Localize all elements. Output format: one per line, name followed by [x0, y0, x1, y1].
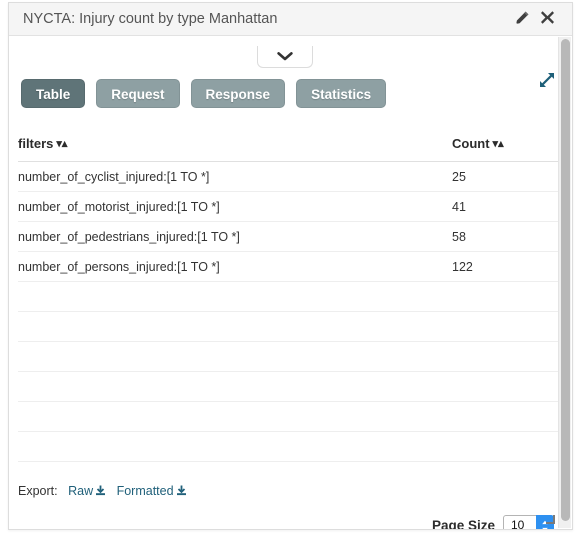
cell-filters-empty	[18, 402, 452, 432]
panel-title: NYCTA: Injury count by type Manhattan	[23, 11, 277, 27]
column-header-count-label: Count	[452, 136, 490, 151]
page-size-label: Page Size	[432, 518, 495, 529]
cell-count-empty	[452, 342, 560, 372]
table-row: number_of_pedestrians_injured:[1 TO *]58	[18, 222, 560, 252]
panel-content: Table Request Response Statistics filter…	[9, 36, 572, 529]
cell-filters-empty	[18, 312, 452, 342]
column-header-filters[interactable]: filters▾▴	[18, 127, 452, 162]
table-header: filters▾▴ Count▾▴	[18, 127, 560, 162]
results-table: filters▾▴ Count▾▴ number_of_cyclist_inju…	[18, 127, 560, 462]
export-raw-label: Raw	[68, 484, 93, 498]
export-row: Export: Raw Formatted	[18, 484, 187, 500]
close-icon[interactable]	[540, 10, 558, 28]
tab-bar: Table Request Response Statistics	[21, 79, 386, 108]
panel-titlebar: NYCTA: Injury count by type Manhattan	[9, 3, 572, 36]
page-size-row: Page Size 10	[432, 515, 554, 529]
tab-table[interactable]: Table	[21, 79, 85, 108]
cell-filters: number_of_cyclist_injured:[1 TO *]	[18, 162, 452, 192]
export-label: Export:	[18, 484, 58, 498]
cell-count-empty	[452, 372, 560, 402]
table-row: number_of_persons_injured:[1 TO *]122	[18, 252, 560, 282]
cell-filters-empty	[18, 282, 452, 312]
cell-count: 122	[452, 252, 560, 282]
column-header-filters-label: filters	[18, 136, 53, 151]
pencil-icon[interactable]	[514, 10, 532, 28]
download-icon	[95, 485, 106, 500]
tab-response[interactable]: Response	[191, 79, 286, 108]
sort-updown-icon[interactable]: ▾▴	[56, 139, 67, 150]
table-header-row: filters▾▴ Count▾▴	[18, 127, 560, 162]
cell-count-empty	[452, 402, 560, 432]
cell-filters: number_of_pedestrians_injured:[1 TO *]	[18, 222, 452, 252]
export-formatted-link[interactable]: Formatted	[117, 484, 187, 498]
tab-statistics[interactable]: Statistics	[296, 79, 386, 108]
cell-count-empty	[452, 312, 560, 342]
table-row-empty	[18, 432, 560, 462]
table-row: number_of_motorist_injured:[1 TO *]41	[18, 192, 560, 222]
column-header-count[interactable]: Count▾▴	[452, 127, 560, 162]
vertical-scrollbar-thumb[interactable]	[561, 39, 570, 521]
resize-handle-icon[interactable]	[546, 515, 555, 524]
export-raw-link[interactable]: Raw	[68, 484, 106, 498]
export-formatted-label: Formatted	[117, 484, 174, 498]
vertical-scrollbar-track[interactable]	[558, 37, 571, 528]
cell-count: 58	[452, 222, 560, 252]
cell-filters-empty	[18, 432, 452, 462]
cell-filters-empty	[18, 372, 452, 402]
cell-count: 41	[452, 192, 560, 222]
page-size-value: 10	[511, 518, 524, 529]
table-body: number_of_cyclist_injured:[1 TO *]25numb…	[18, 162, 560, 462]
chevron-down-icon	[277, 52, 293, 62]
expand-arrow-icon[interactable]	[539, 72, 555, 88]
cell-filters: number_of_persons_injured:[1 TO *]	[18, 252, 452, 282]
table-row-empty	[18, 402, 560, 432]
collapse-panel-toggle[interactable]	[257, 46, 313, 68]
tab-request[interactable]: Request	[96, 79, 179, 108]
cell-count: 25	[452, 162, 560, 192]
table-row-empty	[18, 282, 560, 312]
cell-filters-empty	[18, 342, 452, 372]
table-row: number_of_cyclist_injured:[1 TO *]25	[18, 162, 560, 192]
table-row-empty	[18, 372, 560, 402]
result-panel: NYCTA: Injury count by type Manhattan	[8, 2, 573, 530]
cell-count-empty	[452, 282, 560, 312]
sort-updown-icon[interactable]: ▾▴	[493, 139, 504, 150]
table-row-empty	[18, 342, 560, 372]
cell-count-empty	[452, 432, 560, 462]
cell-filters: number_of_motorist_injured:[1 TO *]	[18, 192, 452, 222]
download-icon	[176, 485, 187, 500]
table-row-empty	[18, 312, 560, 342]
